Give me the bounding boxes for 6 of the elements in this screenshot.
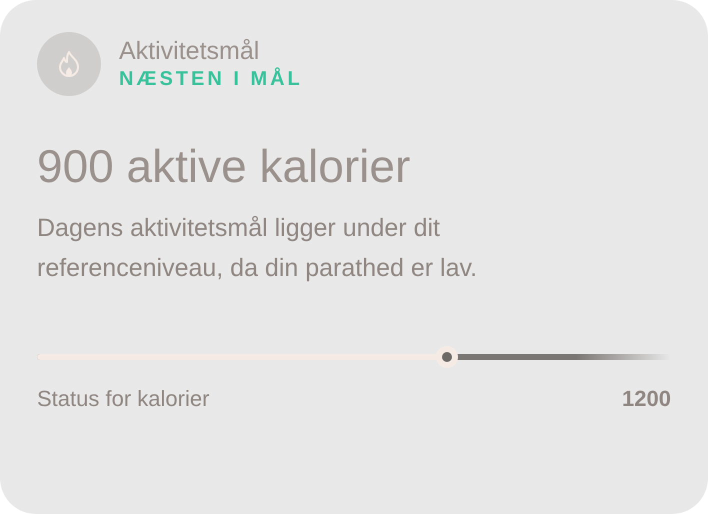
- status-label: NÆSTEN I MÅL: [119, 66, 303, 92]
- card-title: Aktivitetsmål: [119, 36, 260, 66]
- target-value: 1200: [622, 385, 671, 413]
- description-text: Dagens aktivitetsmål ligger under dit referenceniveau, da din parathed er lav.: [37, 213, 478, 284]
- calorie-headline: 900 aktive kalorier: [37, 139, 412, 194]
- progress-label: Status for kalorier: [37, 385, 210, 413]
